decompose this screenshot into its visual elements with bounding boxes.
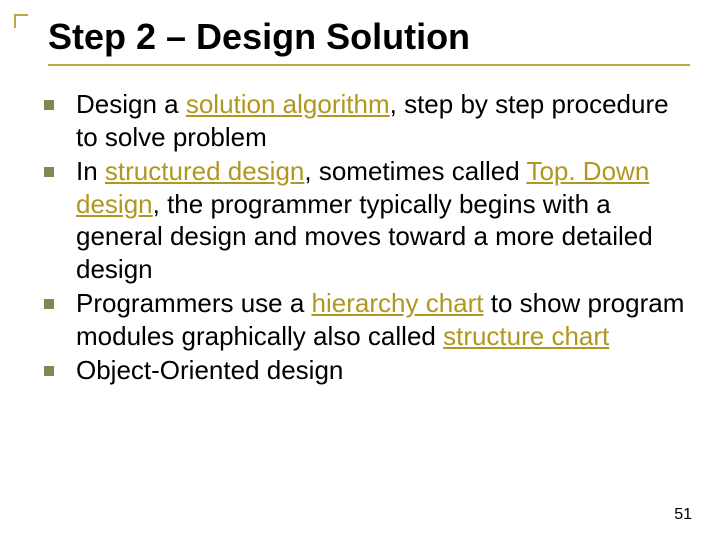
- bullet-square-icon: [44, 366, 54, 376]
- plain-text: Object-Oriented design: [76, 355, 343, 385]
- list-item-text: Design a solution algorithm, step by ste…: [76, 88, 690, 153]
- list-item-text: Object-Oriented design: [76, 354, 343, 387]
- highlight-text: solution algorithm: [186, 89, 390, 119]
- list-item: Programmers use a hierarchy chart to sho…: [38, 287, 690, 352]
- page-number: 51: [674, 506, 692, 524]
- highlight-text: hierarchy chart: [312, 288, 484, 318]
- slide-title: Step 2 – Design Solution: [48, 16, 690, 66]
- plain-text: Design a: [76, 89, 186, 119]
- list-item: Design a solution algorithm, step by ste…: [38, 88, 690, 153]
- corner-accent: [14, 14, 28, 28]
- plain-text: Programmers use a: [76, 288, 312, 318]
- list-item: In structured design, sometimes called T…: [38, 155, 690, 285]
- list-item-text: Programmers use a hierarchy chart to sho…: [76, 287, 690, 352]
- plain-text: , sometimes called: [304, 156, 526, 186]
- list-item: Object-Oriented design: [38, 354, 690, 387]
- bullet-list: Design a solution algorithm, step by ste…: [38, 88, 690, 387]
- highlight-text: structured design: [105, 156, 304, 186]
- bullet-square-icon: [44, 100, 54, 110]
- bullet-square-icon: [44, 299, 54, 309]
- plain-text: , the programmer typically begins with a…: [76, 189, 653, 284]
- bullet-square-icon: [44, 167, 54, 177]
- highlight-text: structure chart: [443, 321, 609, 351]
- plain-text: In: [76, 156, 105, 186]
- list-item-text: In structured design, sometimes called T…: [76, 155, 690, 285]
